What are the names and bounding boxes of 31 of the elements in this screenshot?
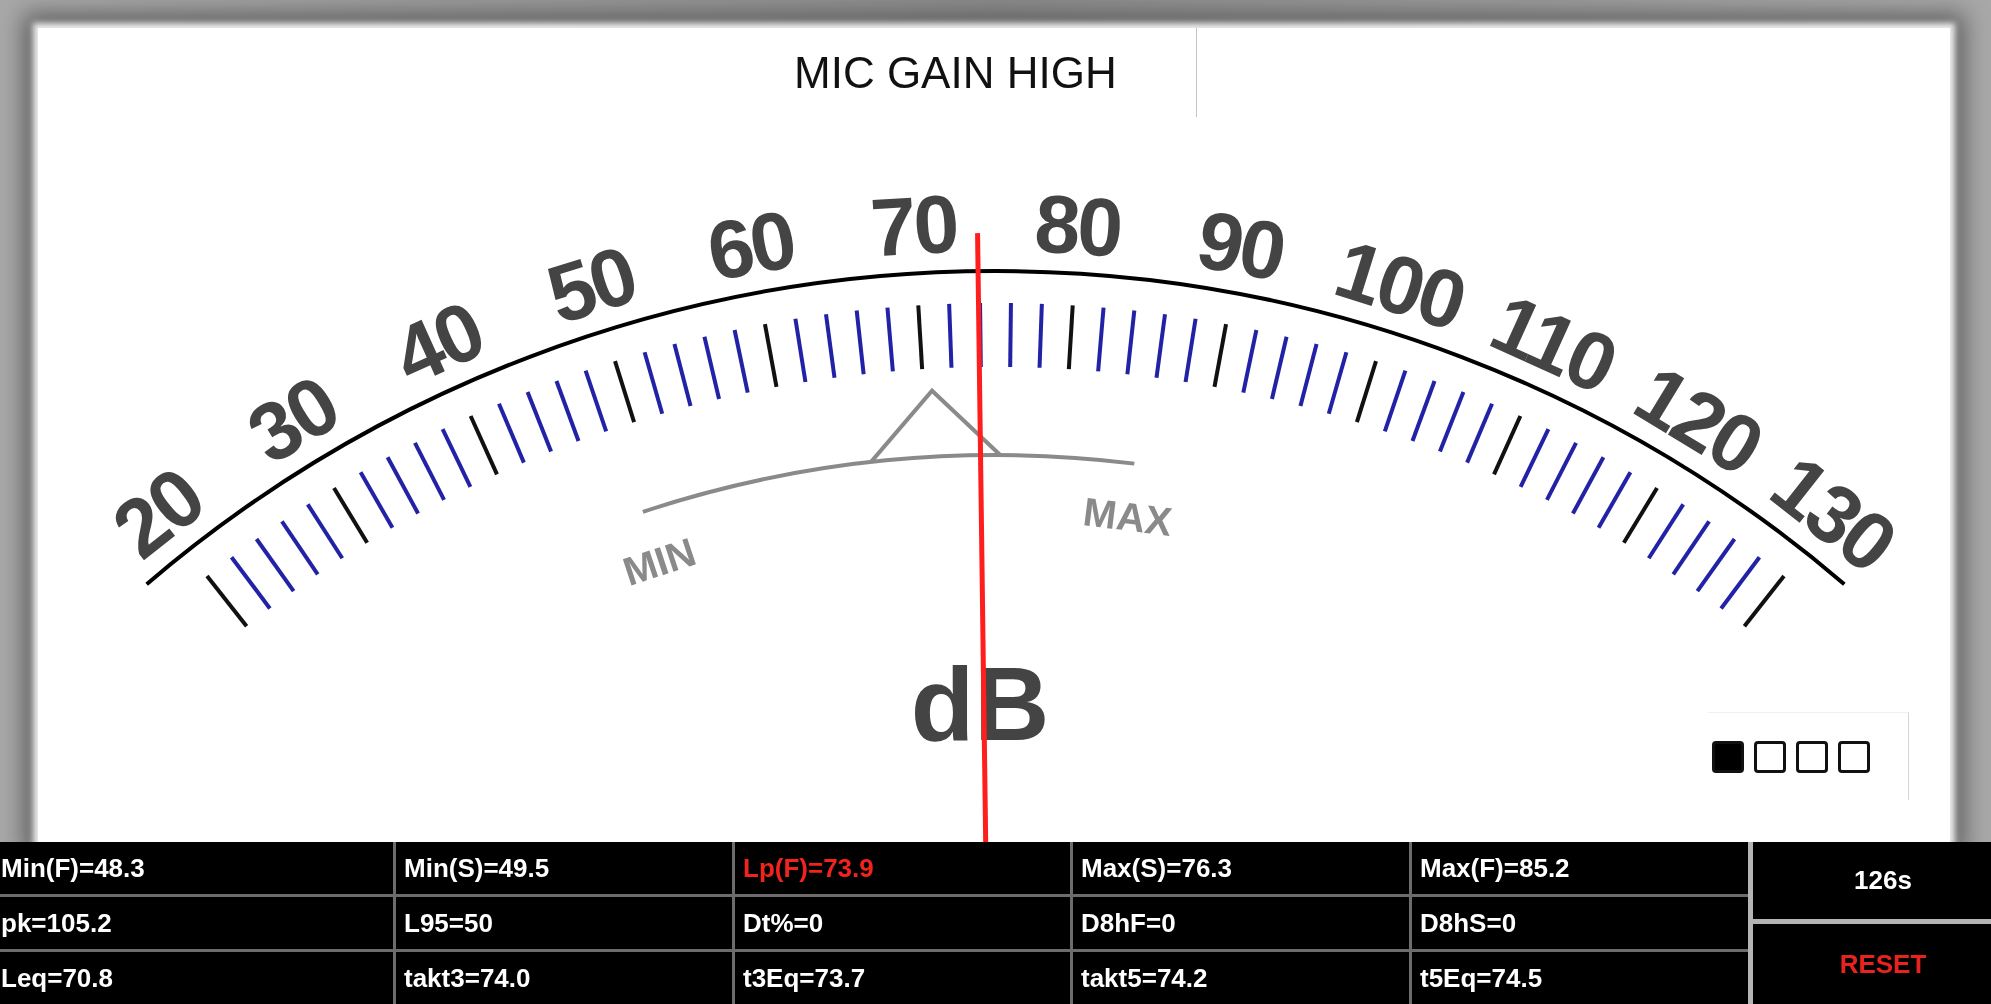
- scale-label: 30: [232, 358, 353, 481]
- reading-cell: t3Eq=73.7: [735, 952, 1070, 1004]
- scale-label: 100: [1325, 222, 1475, 348]
- scale-label: 40: [380, 284, 496, 403]
- reading-cell: L95=50: [396, 897, 732, 949]
- reading-cell: pk=105.2: [0, 897, 393, 949]
- reading-cell: D8hS=0: [1412, 897, 1748, 949]
- page-indicator-icon[interactable]: [1712, 740, 1744, 773]
- page-indicator-icon[interactable]: [1796, 740, 1828, 773]
- scale-label: 70: [868, 177, 959, 274]
- reading-cell: Max(S)=76.3: [1073, 842, 1409, 894]
- reading-cell: D8hF=0: [1073, 897, 1409, 949]
- scale-label: 50: [536, 228, 646, 341]
- reading-cell: Dt%=0: [735, 897, 1070, 949]
- reading-cell: Max(F)=85.2: [1412, 842, 1748, 894]
- reading-cell: Leq=70.8: [0, 952, 393, 1004]
- scale-label: 90: [1190, 192, 1291, 298]
- scale-label: 60: [700, 192, 801, 298]
- reading-cell: Min(F)=48.3: [0, 842, 393, 894]
- scale-label: 20: [95, 451, 220, 576]
- scale-label: 80: [1032, 177, 1123, 274]
- min-label: MIN: [617, 529, 702, 594]
- page-indicator-icon[interactable]: [1754, 740, 1786, 773]
- max-label: MAX: [1080, 489, 1175, 544]
- reading-cell: takt3=74.0: [396, 952, 732, 1004]
- reading-cell: t5Eq=74.5: [1412, 952, 1748, 1004]
- reading-cell: Lp(F)=73.9: [735, 842, 1070, 894]
- reading-cell: Min(S)=49.5: [396, 842, 732, 894]
- reading-cell: takt5=74.2: [1073, 952, 1409, 1004]
- page-indicator-icon[interactable]: [1838, 740, 1870, 773]
- gain-status-label: MIC GAIN HIGH: [790, 28, 1197, 117]
